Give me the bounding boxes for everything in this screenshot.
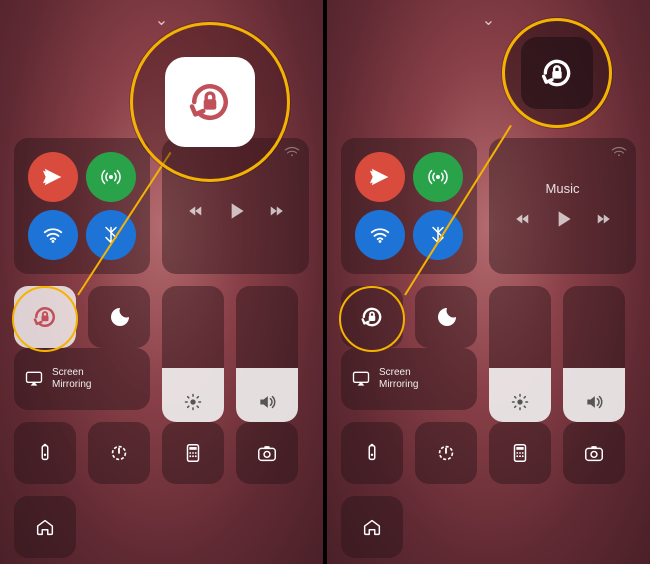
control-center-left: ⌄ [0,0,323,564]
screen-mirroring-label: Screen Mirroring [379,367,418,391]
next-track-icon[interactable] [594,210,612,228]
do-not-disturb-button[interactable] [88,286,150,348]
collapse-caret[interactable]: ⌄ [482,10,495,30]
airplay-icon [24,369,44,389]
cellular-button[interactable] [86,152,136,202]
connectivity-group[interactable] [14,138,150,274]
music-title: Music [546,181,580,196]
camera-icon [583,442,605,464]
flashlight-button[interactable] [341,422,403,484]
wifi-button[interactable] [28,210,78,260]
volume-icon [257,392,277,412]
music-widget[interactable]: Music [489,138,636,274]
cellular-button[interactable] [413,152,463,202]
calculator-icon [182,442,204,464]
volume-icon [584,392,604,412]
moon-icon [107,305,131,329]
screen-mirroring-label: Screen Mirroring [52,367,91,391]
rotation-lock-icon [30,302,60,332]
screen-mirroring-button[interactable]: Screen Mirroring [341,348,477,410]
volume-slider[interactable] [563,286,625,422]
home-icon [34,516,56,538]
do-not-disturb-button[interactable] [415,286,477,348]
control-center-right: ⌄ Music [327,0,650,564]
camera-icon [256,442,278,464]
calculator-button[interactable] [489,422,551,484]
airplay-icon [351,369,371,389]
rotation-lock-button[interactable] [341,286,403,348]
next-track-icon[interactable] [267,202,285,220]
play-icon[interactable] [550,206,576,232]
flashlight-icon [361,442,383,464]
brightness-icon [510,392,530,412]
home-button[interactable] [341,496,403,558]
airplane-mode-button[interactable] [28,152,78,202]
collapse-caret[interactable]: ⌄ [155,10,168,30]
camera-button[interactable] [563,422,625,484]
timer-button[interactable] [88,422,150,484]
rotation-lock-icon [358,303,386,331]
home-button[interactable] [14,496,76,558]
flashlight-icon [34,442,56,464]
bluetooth-button[interactable] [413,210,463,260]
rotation-lock-zoom-tile [165,57,255,147]
flashlight-button[interactable] [14,422,76,484]
brightness-slider[interactable] [489,286,551,422]
timer-icon [435,442,457,464]
control-grid: Screen Mirroring [14,138,309,564]
home-icon [361,516,383,538]
camera-button[interactable] [236,422,298,484]
moon-icon [434,305,458,329]
airplane-mode-button[interactable] [355,152,405,202]
screen-mirroring-button[interactable]: Screen Mirroring [14,348,150,410]
timer-button[interactable] [415,422,477,484]
callout-zoom [130,22,290,182]
control-grid: Music [341,138,636,564]
previous-track-icon[interactable] [514,210,532,228]
rotation-lock-zoom-tile [521,37,593,109]
volume-slider[interactable] [236,286,298,422]
play-icon[interactable] [223,198,249,224]
brightness-slider[interactable] [162,286,224,422]
wifi-button[interactable] [355,210,405,260]
rotation-lock-button[interactable] [14,286,76,348]
calculator-icon [509,442,531,464]
timer-icon [108,442,130,464]
airplay-indicator-icon [283,144,301,162]
rotation-lock-icon [537,53,577,93]
previous-track-icon[interactable] [187,202,205,220]
airplay-indicator-icon [610,144,628,162]
callout-zoom [502,18,612,128]
brightness-icon [183,392,203,412]
connectivity-group[interactable] [341,138,477,274]
rotation-lock-icon [183,75,237,129]
calculator-button[interactable] [162,422,224,484]
